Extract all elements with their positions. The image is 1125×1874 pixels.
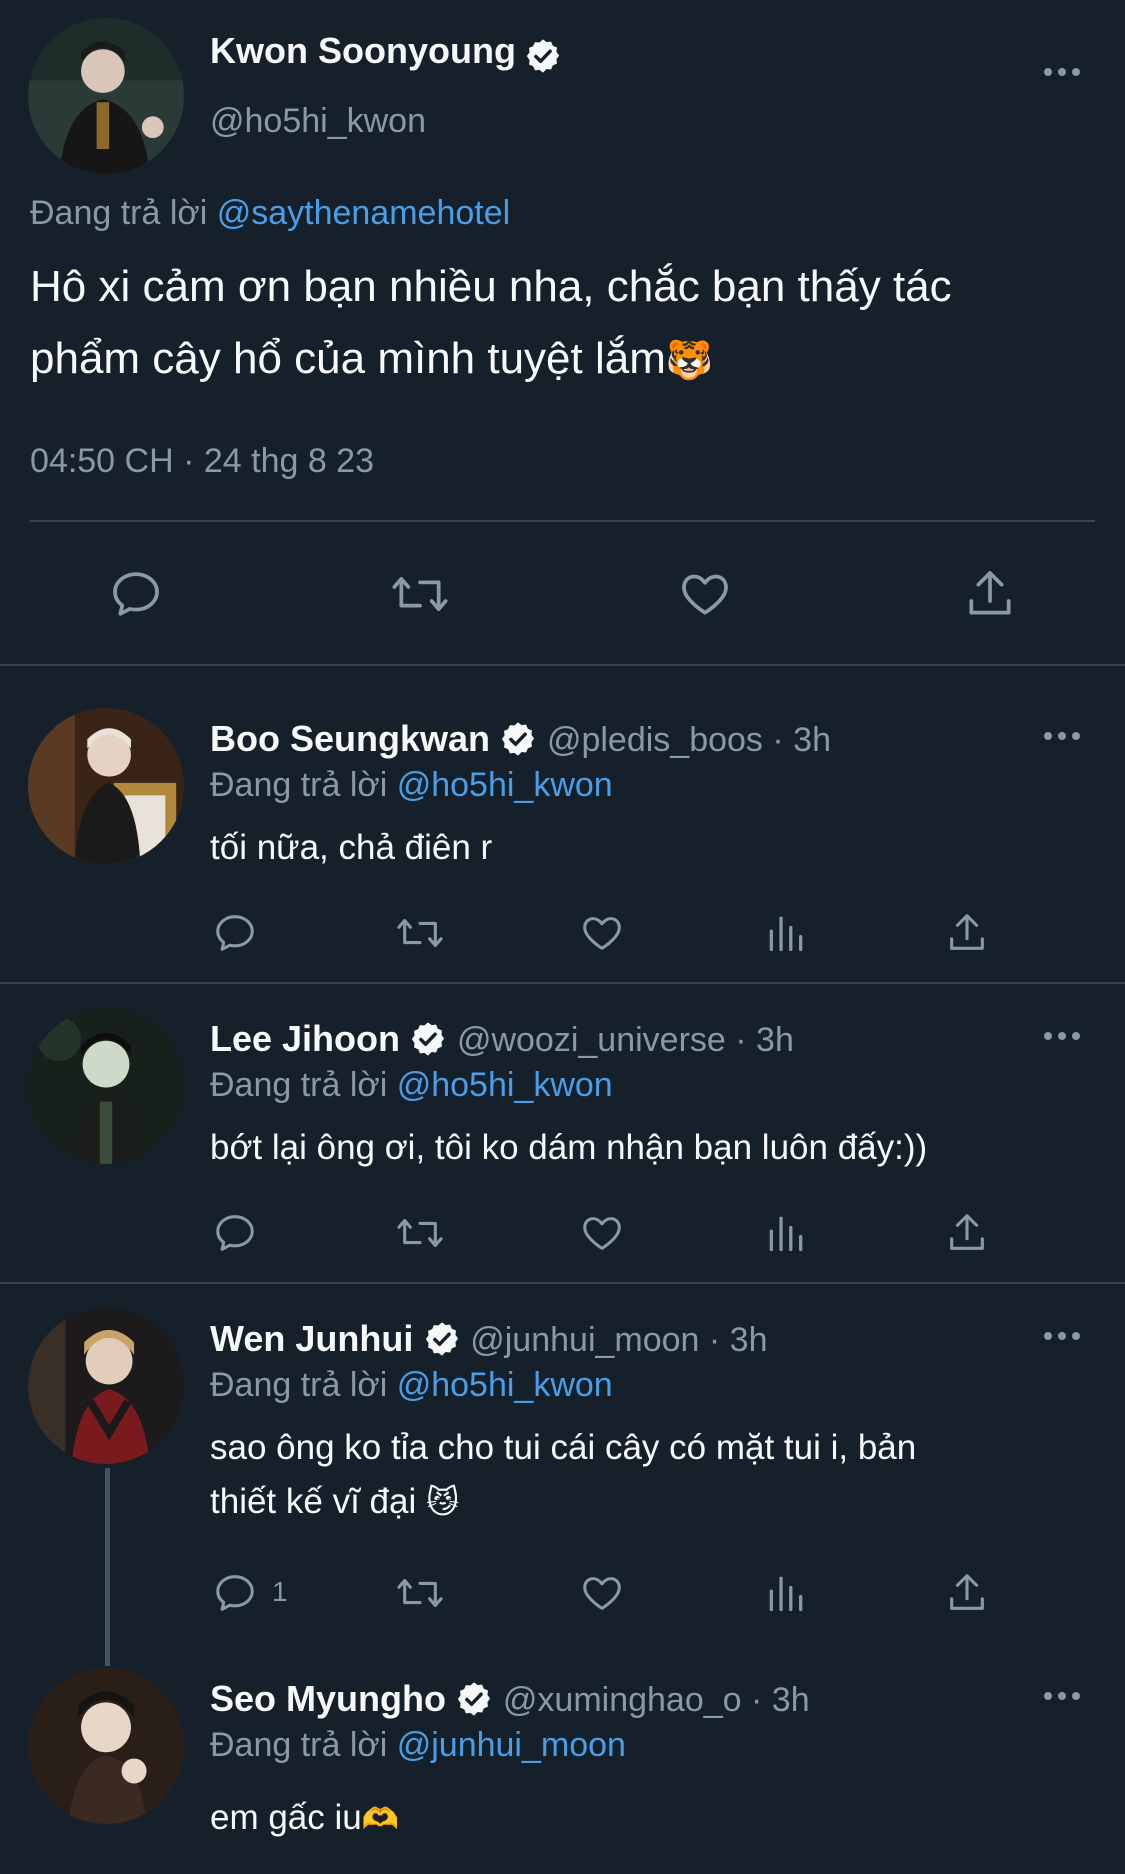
reply-text: em gấc iu🫶 (210, 1798, 399, 1838)
more-dots-icon[interactable] (1044, 1690, 1084, 1702)
heart-hands-emoji: 🫶 (361, 1803, 400, 1836)
heart-icon[interactable] (578, 910, 626, 956)
reply-author-handle[interactable]: @pledis_boos (547, 721, 763, 759)
verified-badge-icon (527, 39, 560, 73)
bar-chart-icon[interactable] (764, 1210, 808, 1256)
tiger-emoji: 🐯 (665, 340, 714, 382)
author-avatar[interactable] (28, 18, 184, 174)
reply-time[interactable]: · 3h (735, 1021, 794, 1059)
divider (0, 982, 1125, 984)
retweet-icon[interactable] (392, 910, 448, 956)
bar-chart-icon[interactable] (764, 1570, 808, 1616)
retweet-icon[interactable] (392, 1210, 448, 1256)
reply-icon[interactable] (108, 566, 164, 622)
reply-prefix: Đang trả lời (210, 766, 388, 804)
reply-context: Đang trả lời @saythenamehotel (30, 194, 510, 233)
reply-header: Seo Myungho @xuminghao_o · 3h (210, 1678, 810, 1720)
divider (0, 664, 1125, 666)
heart-icon[interactable] (578, 1210, 626, 1256)
reply-author-name[interactable]: Wen Junhui (210, 1318, 413, 1359)
reply-prefix: Đang trả lời (210, 1726, 388, 1764)
reply-author-name[interactable]: Lee Jihoon (210, 1018, 400, 1059)
author-handle[interactable]: @ho5hi_kwon (210, 102, 426, 141)
reply-text-line-1: sao ông ko tỉa cho tui cái cây có mặt tu… (210, 1428, 917, 1467)
tweet-text-line-2: phẩm cây hổ của mình tuyệt lắm🐯 (30, 334, 713, 384)
reply-author-handle[interactable]: @woozi_universe (457, 1021, 726, 1059)
reply-text-line-2: thiết kế vĩ đại 😼 (210, 1482, 459, 1522)
heart-icon[interactable] (676, 566, 734, 622)
more-dots-icon[interactable] (1044, 1030, 1084, 1042)
more-dots-icon[interactable] (1044, 66, 1084, 78)
reply-prefix: Đang trả lời (210, 1366, 388, 1404)
divider (30, 520, 1095, 522)
reply-avatar[interactable] (28, 1668, 184, 1824)
author-name[interactable]: Kwon Soonyoung (210, 30, 516, 71)
reply-author-name[interactable]: Seo Myungho (210, 1678, 446, 1719)
heart-icon[interactable] (578, 1570, 626, 1616)
reply-avatar[interactable] (28, 1308, 184, 1464)
verified-badge-icon (412, 1022, 445, 1056)
reply-text: tối nữa, chả điên r (210, 828, 493, 867)
reply-to-link[interactable]: @ho5hi_kwon (397, 766, 613, 804)
more-dots-icon[interactable] (1044, 1330, 1084, 1342)
reply-context: Đang trả lời @ho5hi_kwon (210, 1066, 613, 1105)
reply-to-link[interactable]: @ho5hi_kwon (397, 1066, 613, 1104)
divider (0, 1282, 1125, 1284)
share-icon[interactable] (962, 566, 1018, 622)
tweet-text-line-2-text: phẩm cây hổ của mình tuyệt lắm (30, 334, 666, 383)
retweet-icon[interactable] (386, 566, 454, 622)
reply-text: bớt lại ông ơi, tôi ko dám nhận bạn luôn… (210, 1128, 928, 1167)
author-name-row: Kwon Soonyoung (210, 30, 562, 75)
reply-icon[interactable] (212, 1210, 258, 1256)
verified-badge-icon (425, 1322, 458, 1356)
reply-count: 1 (272, 1576, 288, 1607)
reply-header: Boo Seungkwan @pledis_boos · 3h (210, 718, 831, 760)
share-icon[interactable] (944, 910, 990, 956)
verified-badge-icon (502, 722, 535, 756)
share-icon[interactable] (944, 1210, 990, 1256)
reply-context: Đang trả lời @ho5hi_kwon (210, 1366, 613, 1405)
verified-badge-icon (458, 1682, 491, 1716)
cat-emoji: 😼 (425, 1484, 460, 1520)
retweet-icon[interactable] (392, 1570, 448, 1616)
reply-avatar[interactable] (28, 1008, 184, 1164)
reply-to-link[interactable]: @junhui_moon (397, 1726, 626, 1764)
reply-to-link[interactable]: @saythenamehotel (217, 194, 510, 232)
reply-text-content: em gấc iu (210, 1798, 362, 1837)
reply-icon[interactable] (212, 1570, 258, 1616)
reply-to-link[interactable]: @ho5hi_kwon (397, 1366, 613, 1404)
reply-author-handle[interactable]: @junhui_moon (470, 1321, 699, 1359)
reply-header: Wen Junhui @junhui_moon · 3h (210, 1318, 768, 1360)
thread-connector-line (105, 1468, 110, 1666)
reply-prefix: Đang trả lời (210, 1066, 388, 1104)
tweet-timestamp[interactable]: 04:50 CH · 24 thg 8 23 (30, 442, 374, 481)
reply-avatar[interactable] (28, 708, 184, 864)
reply-header: Lee Jihoon @woozi_universe · 3h (210, 1018, 794, 1060)
reply-icon[interactable] (212, 910, 258, 956)
reply-time[interactable]: · 3h (751, 1681, 810, 1719)
reply-author-name[interactable]: Boo Seungkwan (210, 718, 490, 759)
reply-context: Đang trả lời @ho5hi_kwon (210, 766, 613, 805)
reply-prefix: Đang trả lời (30, 194, 208, 232)
reply-context: Đang trả lời @junhui_moon (210, 1726, 626, 1765)
share-icon[interactable] (944, 1570, 990, 1616)
reply-author-handle[interactable]: @xuminghao_o (503, 1681, 742, 1719)
more-dots-icon[interactable] (1044, 730, 1084, 742)
reply-text-line-2-text: thiết kế vĩ đại (210, 1482, 417, 1521)
bar-chart-icon[interactable] (764, 910, 808, 956)
tweet-text-line-1: Hô xi cảm ơn bạn nhiều nha, chắc bạn thấ… (30, 262, 952, 311)
reply-time[interactable]: · 3h (709, 1321, 768, 1359)
reply-time[interactable]: · 3h (772, 721, 831, 759)
